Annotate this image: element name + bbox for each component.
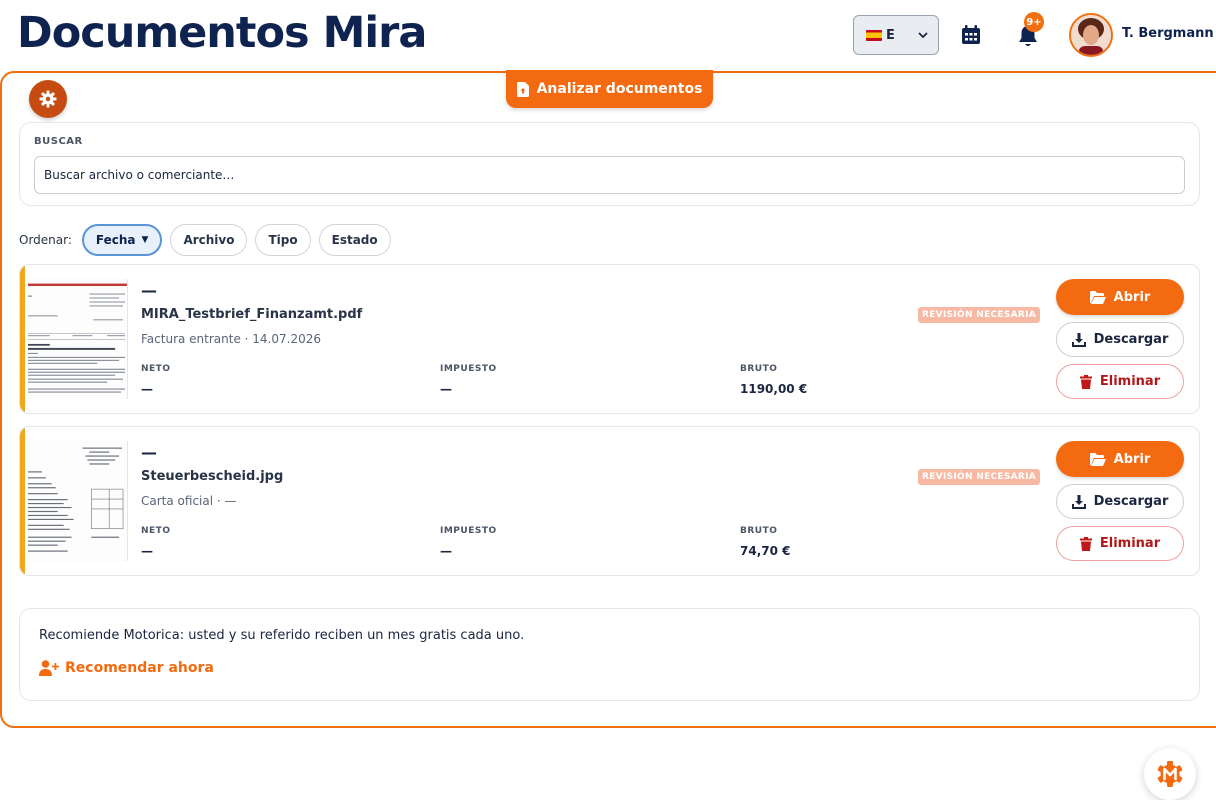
trash-icon — [1079, 374, 1092, 389]
download-label: Descargar — [1093, 494, 1169, 509]
net-value: — — [141, 544, 153, 558]
assistant-fab[interactable] — [1144, 748, 1196, 800]
sort-chip-label: Archivo — [183, 233, 235, 247]
open-label: Abrir — [1113, 451, 1151, 467]
document-title: — — [141, 281, 157, 300]
user-avatar-icon — [1071, 15, 1111, 55]
sort-chip-status[interactable]: Estado — [318, 224, 391, 256]
net-label: NETO — [141, 364, 171, 374]
download-icon — [1071, 332, 1086, 347]
language-value: E — [886, 27, 895, 43]
download-label: Descargar — [1093, 332, 1169, 347]
status-badge: REVISIÓN NECESARIA — [918, 307, 1041, 323]
user-plus-icon — [39, 660, 59, 676]
status-stripe — [20, 265, 25, 413]
status-stripe — [20, 427, 25, 575]
sort-bar: Ordenar: Fecha ▼ Archivo Tipo Estado — [19, 224, 391, 256]
status-badge: REVISIÓN NECESARIA — [918, 469, 1041, 485]
tax-label: IMPUESTO — [440, 526, 497, 536]
chevron-down-icon — [918, 32, 928, 39]
tax-value: — — [440, 382, 452, 396]
tax-value: — — [440, 544, 452, 558]
avatar[interactable] — [1069, 13, 1113, 57]
spain-flag-icon — [866, 29, 882, 41]
analyze-documents-button[interactable]: Analizar documentos — [506, 70, 713, 108]
delete-button[interactable]: Eliminar — [1056, 526, 1184, 561]
referral-text: Recomiende Motorica: usted y su referido… — [39, 628, 525, 643]
user-name[interactable]: T. Bergmann — [1122, 26, 1214, 41]
tax-label: IMPUESTO — [440, 364, 497, 374]
gross-value: 74,70 € — [740, 544, 791, 558]
sort-desc-icon: ▼ — [141, 235, 149, 245]
gear-icon — [39, 90, 57, 108]
document-filename[interactable]: Steuerbescheid.jpg — [141, 469, 283, 484]
open-label: Abrir — [1113, 289, 1151, 305]
document-meta: Carta oficial · — — [141, 494, 237, 508]
sort-chip-type[interactable]: Tipo — [255, 224, 311, 256]
document-thumbnail[interactable] — [28, 441, 128, 561]
open-button[interactable]: Abrir — [1056, 441, 1184, 477]
sort-chip-date[interactable]: Fecha ▼ — [81, 224, 163, 256]
gross-label: BRUTO — [740, 364, 778, 374]
folder-open-icon — [1089, 290, 1106, 304]
recommend-now-label: Recomendar ahora — [65, 660, 214, 676]
notification-badge: 9+ — [1024, 12, 1044, 32]
open-button[interactable]: Abrir — [1056, 279, 1184, 315]
search-input[interactable] — [34, 156, 1185, 194]
sort-label: Ordenar: — [19, 233, 72, 247]
sort-chip-label: Fecha — [95, 233, 136, 247]
download-button[interactable]: Descargar — [1056, 484, 1184, 519]
document-filename[interactable]: MIRA_Testbrief_Finanzamt.pdf — [141, 307, 362, 322]
net-value: — — [141, 382, 153, 396]
file-upload-icon — [516, 81, 529, 97]
net-label: NETO — [141, 526, 171, 536]
app-title: Documentos Mira — [17, 8, 427, 58]
referral-card: Recomiende Motorica: usted y su referido… — [19, 608, 1200, 701]
delete-label: Eliminar — [1099, 536, 1161, 551]
document-card: — Steuerbescheid.jpg Carta oficial · — R… — [19, 426, 1200, 576]
analyze-documents-label: Analizar documentos — [536, 81, 703, 97]
calendar-icon[interactable] — [960, 24, 982, 46]
document-title: — — [141, 443, 157, 462]
document-thumbnail[interactable] — [28, 279, 128, 399]
language-select[interactable]: E — [853, 15, 939, 55]
sort-chip-label: Tipo — [268, 233, 298, 247]
gross-label: BRUTO — [740, 526, 778, 536]
recommend-now-link[interactable]: Recomendar ahora — [39, 660, 214, 676]
document-meta: Factura entrante · 14.07.2026 — [141, 332, 321, 346]
document-card: — MIRA_Testbrief_Finanzamt.pdf Factura e… — [19, 264, 1200, 414]
trash-icon — [1079, 536, 1092, 551]
sort-chip-label: Estado — [331, 233, 378, 247]
download-button[interactable]: Descargar — [1056, 322, 1184, 357]
delete-button[interactable]: Eliminar — [1056, 364, 1184, 399]
brand-logo-icon — [1157, 761, 1183, 787]
search-label: BUSCAR — [34, 136, 83, 147]
gross-value: 1190,00 € — [740, 382, 808, 396]
settings-button[interactable] — [29, 80, 67, 118]
download-icon — [1071, 494, 1086, 509]
delete-label: Eliminar — [1099, 374, 1161, 389]
folder-open-icon — [1089, 452, 1106, 466]
search-card: BUSCAR — [19, 122, 1200, 206]
sort-chip-file[interactable]: Archivo — [170, 224, 248, 256]
